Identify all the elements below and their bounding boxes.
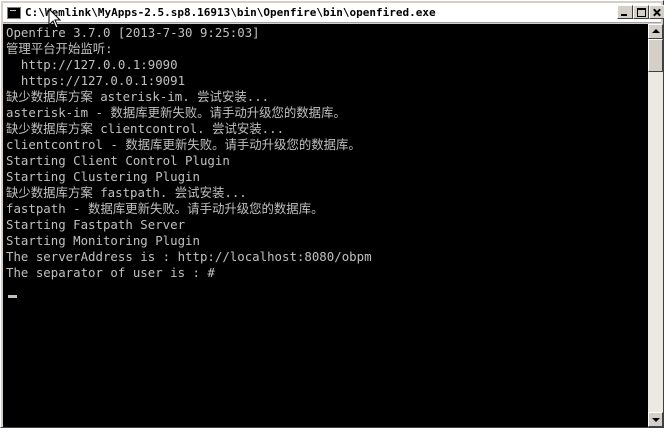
console-line: Starting Clustering Plugin (6, 169, 200, 184)
console-line: The serverAddress is : http://localhost:… (6, 249, 372, 264)
console-line: Starting Client Control Plugin (6, 153, 230, 168)
console-line: fastpath - 数据库更新失败。请手动升级您的数据库。 (6, 201, 324, 216)
scroll-down-arrow-icon[interactable] (648, 412, 663, 427)
maximize-button[interactable] (633, 5, 649, 19)
console-line: asterisk-im - 数据库更新失败。请手动升级您的数据库。 (6, 105, 346, 120)
console-line: 缺少数据库方案 fastpath. 尝试安装... (6, 185, 247, 200)
console-line: http://127.0.0.1:9090 (6, 57, 178, 72)
scrollbar-thumb[interactable] (648, 39, 663, 72)
console-line: Openfire 3.7.0 [2013-7-30 9:25:03] (6, 25, 260, 40)
console-line: 缺少数据库方案 clientcontrol. 尝试安装... (6, 121, 285, 136)
console-window: C:\Wemlink\MyApps-2.5.sp8.16913\bin\Open… (0, 0, 664, 428)
console-line: https://127.0.0.1:9091 (6, 73, 186, 88)
console-app-icon (7, 7, 21, 19)
console-line: Starting Monitoring Plugin (6, 233, 200, 248)
title-bar[interactable]: C:\Wemlink\MyApps-2.5.sp8.16913\bin\Open… (3, 3, 664, 23)
console-line: The separator of user is : # (6, 265, 215, 280)
console-line: 管理平台开始监听: (6, 41, 113, 56)
vertical-scrollbar[interactable] (648, 24, 663, 427)
mouse-pointer-icon (48, 8, 62, 29)
console-line: Starting Fastpath Server (6, 217, 186, 232)
close-button[interactable] (649, 5, 664, 19)
window-title: C:\Wemlink\MyApps-2.5.sp8.16913\bin\Open… (25, 6, 436, 19)
console-line: 缺少数据库方案 asterisk-im. 尝试安装... (6, 89, 270, 104)
minimize-button[interactable] (617, 5, 633, 19)
console-output[interactable]: Openfire 3.7.0 [2013-7-30 9:25:03] 管理平台开… (3, 24, 648, 427)
text-cursor (8, 295, 17, 298)
scroll-up-arrow-icon[interactable] (648, 24, 663, 39)
console-line: clientcontrol - 数据库更新失败。请手动升级您的数据库。 (6, 137, 361, 152)
